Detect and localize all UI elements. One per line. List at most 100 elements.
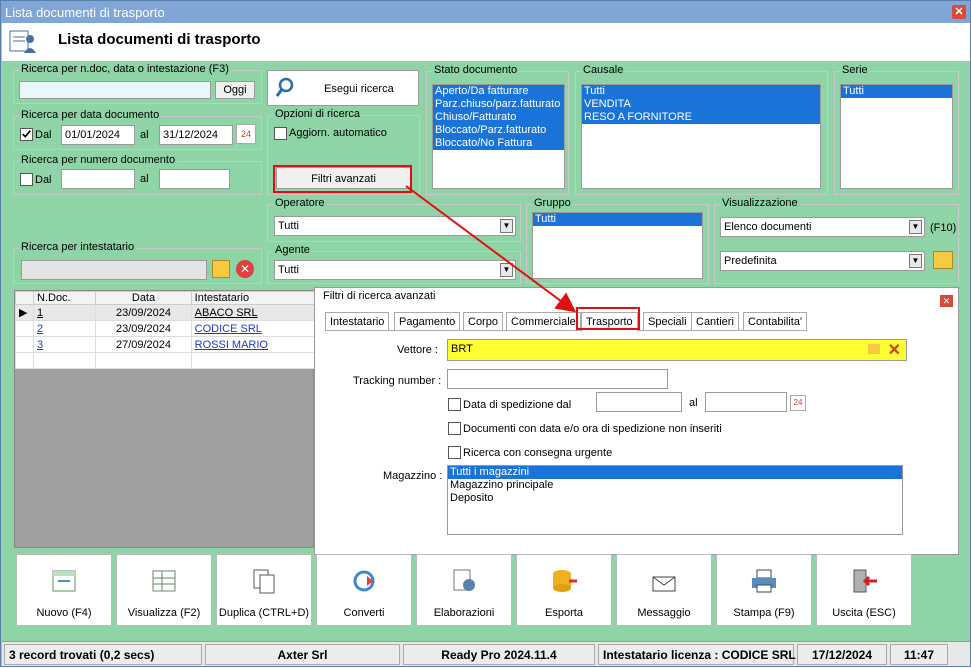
processing-label: Elaborazioni bbox=[433, 607, 495, 619]
calendar-icon[interactable]: 24 bbox=[790, 395, 806, 411]
export-button[interactable]: Esporta bbox=[516, 554, 612, 626]
row-indicator-header bbox=[15, 291, 34, 305]
list-item[interactable]: Deposito bbox=[448, 492, 902, 505]
date-to-input[interactable]: 31/12/2024 bbox=[159, 125, 233, 145]
chevron-down-icon[interactable]: ▼ bbox=[500, 263, 513, 277]
shipping-from-input[interactable] bbox=[596, 392, 682, 412]
doc-number[interactable]: 1 bbox=[32, 304, 97, 321]
close-icon[interactable]: ✕ bbox=[952, 5, 966, 19]
table-row[interactable]: ▶ 1 23/09/2024 ABACO SRL bbox=[15, 304, 316, 321]
tab-pagamento[interactable]: Pagamento bbox=[394, 312, 461, 330]
number-from-input[interactable] bbox=[61, 169, 135, 189]
message-button[interactable]: Messaggio bbox=[616, 554, 712, 626]
tab-cantieri[interactable]: Cantieri bbox=[691, 312, 739, 330]
document-status-list[interactable]: Aperto/Da fatturare Parz.chiuso/parz.fat… bbox=[432, 84, 565, 189]
list-item[interactable]: Tutti bbox=[841, 85, 952, 98]
status-bar: 3 record trovati (0,2 secs) Axter Srl Re… bbox=[2, 641, 970, 666]
shipping-to-input[interactable] bbox=[705, 392, 787, 412]
gear-icon bbox=[453, 569, 475, 591]
operator-legend: Operatore bbox=[273, 197, 327, 209]
calendar-icon[interactable]: 24 bbox=[236, 124, 256, 144]
list-item[interactable]: Tutti bbox=[533, 213, 702, 226]
operator-value: Tutti bbox=[278, 220, 299, 232]
execute-search-button[interactable]: Esegui ricerca bbox=[267, 70, 419, 106]
column-header-holder[interactable]: Intestatario bbox=[190, 291, 316, 305]
execute-search-label: Esegui ricerca bbox=[324, 83, 394, 95]
folder-icon[interactable] bbox=[933, 251, 953, 269]
processing-button[interactable]: Elaborazioni bbox=[416, 554, 512, 626]
column-header-ndoc[interactable]: N.Doc. bbox=[32, 291, 97, 305]
agent-select[interactable]: Tutti ▼ bbox=[274, 260, 516, 280]
status-version: Ready Pro 2024.11.4 bbox=[403, 644, 595, 665]
ndoc-search-input[interactable] bbox=[19, 81, 211, 99]
auto-refresh-label: Aggiorn. automatico bbox=[289, 127, 387, 139]
duplicate-button[interactable]: Duplica (CTRL+D) bbox=[216, 554, 312, 626]
documents-table: N.Doc. Data Intestatario ▶ 1 23/09/2024 ABACO… bbox=[14, 290, 316, 548]
missing-shipping-checkbox[interactable] bbox=[448, 422, 461, 435]
doc-holder[interactable]: CODICE SRL bbox=[190, 320, 316, 337]
chevron-down-icon[interactable]: ▼ bbox=[500, 219, 513, 233]
carrier-input[interactable]: BRT ✕ bbox=[447, 339, 907, 361]
date-enabled-checkbox[interactable] bbox=[20, 128, 33, 141]
view-select[interactable]: Elenco documenti ▼ bbox=[720, 217, 925, 237]
warehouse-list[interactable]: Tutti i magazzini Magazzino principale D… bbox=[447, 465, 903, 535]
list-item[interactable]: Bloccato/No Fattura bbox=[433, 137, 564, 150]
list-item[interactable]: Magazzino principale bbox=[448, 479, 902, 492]
number-enabled-checkbox[interactable] bbox=[20, 173, 33, 186]
folder-icon[interactable] bbox=[212, 260, 230, 278]
list-item[interactable]: RESO A FORNITORE bbox=[582, 111, 820, 124]
view-group: Visualizzazione Elenco documenti ▼ (F10) … bbox=[714, 197, 959, 284]
tab-contabilita[interactable]: Contabilita' bbox=[743, 312, 808, 330]
clear-icon[interactable]: ✕ bbox=[888, 340, 901, 360]
chevron-down-icon[interactable]: ▼ bbox=[909, 254, 922, 268]
date-from-input[interactable]: 01/01/2024 bbox=[61, 125, 135, 145]
convert-button[interactable]: Converti bbox=[316, 554, 412, 626]
list-item[interactable]: Parz.chiuso/parz.fatturato bbox=[433, 98, 564, 111]
list-item[interactable]: VENDITA bbox=[582, 98, 820, 111]
tab-corpo[interactable]: Corpo bbox=[463, 312, 503, 330]
list-item[interactable]: Aperto/Da fatturare bbox=[433, 85, 564, 98]
printer-icon bbox=[752, 569, 776, 593]
list-item[interactable]: Tutti bbox=[582, 85, 820, 98]
list-item[interactable]: Bloccato/Parz.fatturato bbox=[433, 124, 564, 137]
today-button[interactable]: Oggi bbox=[215, 81, 255, 99]
export-label: Esporta bbox=[545, 607, 583, 619]
shipping-date-checkbox[interactable] bbox=[448, 398, 461, 411]
serie-list[interactable]: Tutti bbox=[840, 84, 953, 189]
tab-commerciale[interactable]: Commerciale bbox=[506, 312, 581, 330]
doc-holder[interactable]: ABACO SRL bbox=[190, 304, 316, 321]
column-header-date[interactable]: Data bbox=[95, 291, 192, 305]
list-item[interactable]: Tutti i magazzini bbox=[448, 466, 902, 479]
exit-button[interactable]: Uscita (ESC) bbox=[816, 554, 912, 626]
print-button[interactable]: Stampa (F9) bbox=[716, 554, 812, 626]
date-from-label: Dal bbox=[35, 129, 52, 141]
urgent-checkbox[interactable] bbox=[448, 446, 461, 459]
holder-search-legend: Ricerca per intestatario bbox=[19, 241, 137, 253]
tab-speciali[interactable]: Speciali bbox=[643, 312, 692, 330]
causale-list[interactable]: Tutti VENDITA RESO A FORNITORE bbox=[581, 84, 821, 189]
view-button[interactable]: Visualizza (F2) bbox=[116, 554, 212, 626]
doc-number[interactable]: 2 bbox=[32, 320, 97, 337]
chevron-down-icon[interactable]: ▼ bbox=[909, 220, 922, 234]
doc-holder[interactable]: ROSSI MARIO bbox=[190, 336, 316, 353]
table-row[interactable]: 3 27/09/2024 ROSSI MARIO bbox=[15, 336, 316, 353]
close-icon[interactable]: ✕ bbox=[940, 295, 953, 307]
table-row[interactable] bbox=[15, 352, 316, 369]
operator-select[interactable]: Tutti ▼ bbox=[274, 216, 516, 236]
number-to-input[interactable] bbox=[159, 169, 230, 189]
main-window: Lista documenti di trasporto ✕ Lista doc… bbox=[0, 0, 971, 667]
view-legend: Visualizzazione bbox=[720, 197, 800, 209]
clear-icon[interactable]: ✕ bbox=[236, 260, 254, 278]
annotation-box-trasporto bbox=[576, 307, 640, 330]
group-list[interactable]: Tutti bbox=[532, 212, 703, 279]
layout-select[interactable]: Predefinita ▼ bbox=[720, 251, 925, 271]
auto-refresh-checkbox[interactable] bbox=[274, 127, 287, 140]
tracking-input[interactable] bbox=[447, 369, 668, 389]
new-button[interactable]: Nuovo (F4) bbox=[16, 554, 112, 626]
table-row[interactable]: 2 23/09/2024 CODICE SRL bbox=[15, 320, 316, 337]
folder-icon[interactable] bbox=[868, 344, 880, 354]
tab-intestatario[interactable]: Intestatario bbox=[325, 312, 390, 330]
list-item[interactable]: Chiuso/Fatturato bbox=[433, 111, 564, 124]
doc-number[interactable]: 3 bbox=[32, 336, 97, 353]
holder-input[interactable] bbox=[21, 260, 207, 280]
